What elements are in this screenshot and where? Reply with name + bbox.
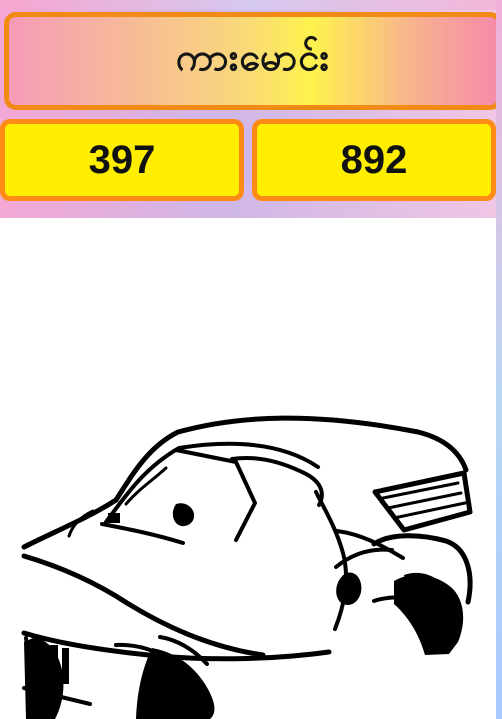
grille-block-3 <box>62 648 69 684</box>
page-title: ကားမောင်း <box>175 35 331 79</box>
number-card-left: 397 <box>0 119 244 201</box>
grille-block-1 <box>38 648 48 690</box>
number-card-right: 892 <box>252 119 496 201</box>
mirror-block <box>108 513 120 523</box>
image-panel <box>0 218 496 719</box>
grille-block-2 <box>50 645 58 683</box>
top-strip <box>0 0 502 10</box>
title-card: ကားမောင်း <box>4 12 502 110</box>
left-number: 397 <box>88 137 156 182</box>
right-edge-gradient <box>496 0 502 719</box>
right-number: 892 <box>340 137 408 182</box>
car-illustration <box>0 218 496 719</box>
